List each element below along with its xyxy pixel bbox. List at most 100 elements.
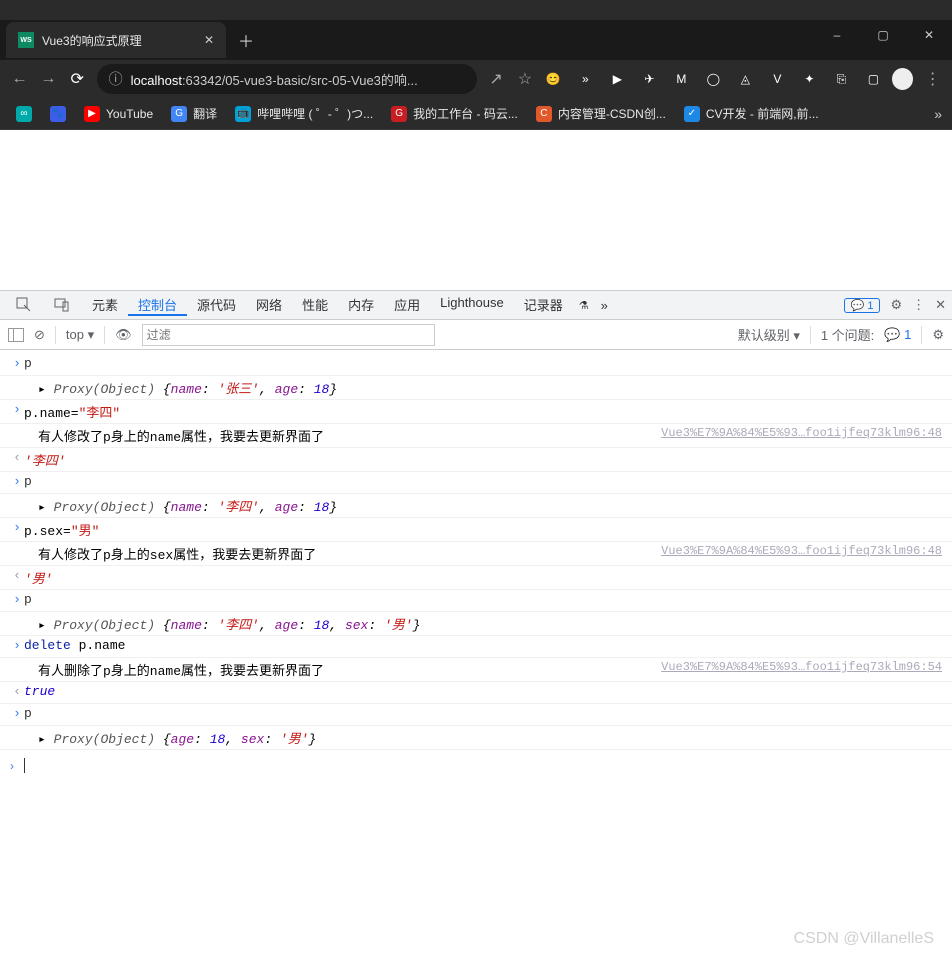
new-tab-button[interactable]: ＋ bbox=[238, 28, 254, 52]
devtools-tab[interactable]: 应用 bbox=[384, 295, 430, 314]
extension-icon[interactable]: ◯ bbox=[704, 70, 722, 88]
log-level-selector[interactable]: 默认级别 ▾ bbox=[738, 325, 800, 344]
bookmark-favicon: G bbox=[391, 106, 407, 122]
url-text: localhost:63342/05-vue3-basic/src-05-Vue… bbox=[131, 70, 418, 89]
bookmark-label: CV开发 - 前端网,前... bbox=[706, 105, 819, 122]
bookmark-bar: ∞ 🐾 ▶YouTube G 翻译 📺 哔哩哔哩 ( ゜- ゜)つ... G 我的工作台 - 码… bbox=[0, 98, 952, 130]
bookmark-item[interactable]: C 内容管理-CSDN创... bbox=[530, 105, 672, 122]
extension-icon[interactable]: » bbox=[576, 70, 594, 88]
browser-title-bar: WS Vue3的响应式原理 ✕ ＋ – ▢ ✕ bbox=[0, 20, 952, 60]
console-toolbar: ⊘ top ▾ 👁 默认级别 ▾ 1 个问题: 💬 1 ⚙ bbox=[0, 320, 952, 350]
bookmark-favicon: 🐾 bbox=[50, 106, 66, 122]
bookmark-favicon: G bbox=[171, 106, 187, 122]
console-row: ▸ Proxy(Object) {name: '李四', age: 18} bbox=[0, 494, 952, 518]
console-row: ›p.sex="男" bbox=[0, 518, 952, 542]
extension-icon[interactable]: ✈ bbox=[640, 70, 658, 88]
bookmark-item[interactable]: G 我的工作台 - 码云... bbox=[385, 105, 524, 122]
issue-count-badge[interactable]: 💬 1 bbox=[844, 298, 881, 313]
console-row: ▸ Proxy(Object) {name: '李四', age: 18, se… bbox=[0, 612, 952, 636]
webstorm-icon: WS bbox=[18, 32, 34, 48]
bookmark-item[interactable]: 🐾 bbox=[44, 105, 72, 122]
window-maximize-button[interactable]: ▢ bbox=[860, 20, 906, 50]
console-row: ›delete p.name bbox=[0, 636, 952, 658]
console-row: 有人修改了p身上的name属性，我要去更新界面了Vue3%E7%9A%84%E5… bbox=[0, 424, 952, 448]
window-minimize-button[interactable]: – bbox=[814, 20, 860, 50]
bookmark-label: 翻译 bbox=[193, 105, 217, 122]
reload-button[interactable]: ⟳ bbox=[68, 69, 87, 89]
bookmark-item[interactable]: 📺 哔哩哔哩 ( ゜- ゜)つ... bbox=[229, 105, 379, 122]
devtools-tab[interactable]: 记录器 bbox=[514, 295, 573, 314]
devtools-close-icon[interactable]: ✕ bbox=[935, 297, 946, 313]
console-row: ›p bbox=[0, 472, 952, 494]
console-row: ‹'男' bbox=[0, 566, 952, 590]
console-row: ▸ Proxy(Object) {name: '张三', age: 18} bbox=[0, 376, 952, 400]
devtools-tab[interactable]: 性能 bbox=[292, 295, 338, 314]
extension-icon[interactable]: ▶ bbox=[608, 70, 626, 88]
bookmark-overflow-button[interactable]: » bbox=[934, 106, 942, 122]
prompt-chevron-icon: › bbox=[10, 759, 24, 773]
extension-icon[interactable]: ⎘ bbox=[832, 70, 850, 88]
site-info-icon[interactable]: ⓘ bbox=[109, 69, 123, 89]
extension-icon[interactable]: ◬ bbox=[736, 70, 754, 88]
tab-close-icon[interactable]: ✕ bbox=[204, 33, 214, 47]
devtools-tab[interactable]: 网络 bbox=[246, 295, 292, 314]
bookmark-favicon: ▶ bbox=[84, 106, 100, 122]
devtools-tab[interactable]: 控制台 bbox=[128, 295, 187, 316]
page-content bbox=[0, 130, 952, 290]
url-input[interactable]: ⓘ localhost:63342/05-vue3-basic/src-05-V… bbox=[97, 64, 477, 94]
tab-title: Vue3的响应式原理 bbox=[42, 32, 196, 49]
back-button[interactable]: ← bbox=[10, 70, 29, 88]
devtools-settings-icon[interactable]: ⚙ bbox=[890, 297, 902, 313]
devtools-tab[interactable]: 内存 bbox=[338, 295, 384, 314]
bookmark-item[interactable]: ✓CV开发 - 前端网,前... bbox=[678, 105, 825, 122]
console-row: 有人删除了p身上的name属性，我要去更新界面了Vue3%E7%9A%84%E5… bbox=[0, 658, 952, 682]
console-sidebar-icon[interactable] bbox=[8, 328, 24, 342]
source-link[interactable]: Vue3%E7%9A%84%E5%93…foo1ijfeq73klm96:48 bbox=[661, 544, 942, 558]
devtools-menu-icon[interactable]: ⋮ bbox=[912, 297, 925, 313]
console-row: ▸ Proxy(Object) {age: 18, sex: '男'} bbox=[0, 726, 952, 750]
input-cursor bbox=[24, 758, 25, 773]
bookmark-item[interactable]: G 翻译 bbox=[165, 105, 223, 122]
console-output: ›p▸ Proxy(Object) {name: '张三', age: 18}›… bbox=[0, 350, 952, 754]
extension-icon[interactable]: M bbox=[672, 70, 690, 88]
profile-avatar[interactable] bbox=[892, 68, 913, 90]
source-link[interactable]: Vue3%E7%9A%84%E5%93…foo1ijfeq73klm96:54 bbox=[661, 660, 942, 674]
device-toggle-icon[interactable] bbox=[44, 291, 80, 319]
console-row: ‹true bbox=[0, 682, 952, 704]
bookmark-star-icon[interactable]: ☆ bbox=[516, 69, 535, 89]
share-icon[interactable]: ↗ bbox=[487, 69, 506, 89]
console-row: ›p bbox=[0, 354, 952, 376]
console-settings-icon[interactable]: ⚙ bbox=[932, 327, 944, 343]
forward-button[interactable]: → bbox=[39, 70, 58, 88]
window-close-button[interactable]: ✕ bbox=[906, 20, 952, 50]
watermark: CSDN @VillanelleS bbox=[794, 930, 934, 948]
bookmark-item[interactable]: ▶YouTube bbox=[78, 105, 159, 122]
browser-tab[interactable]: WS Vue3的响应式原理 ✕ bbox=[6, 22, 226, 58]
extension-icon[interactable]: ▢ bbox=[864, 70, 882, 88]
browser-menu-button[interactable]: ⋮ bbox=[923, 69, 942, 89]
extension-icon[interactable]: 😊 bbox=[544, 70, 562, 88]
inspect-element-icon[interactable] bbox=[6, 291, 42, 319]
console-filter-input[interactable] bbox=[142, 324, 435, 346]
bookmark-label: 哔哩哔哩 ( ゜- ゜)つ... bbox=[257, 105, 373, 122]
source-link[interactable]: Vue3%E7%9A%84%E5%93…foo1ijfeq73klm96:48 bbox=[661, 426, 942, 440]
issues-link[interactable]: 💬 1 bbox=[884, 327, 911, 343]
devtools-tab[interactable]: 元素 bbox=[82, 295, 128, 314]
bookmark-item[interactable]: ∞ bbox=[10, 105, 38, 122]
clear-console-icon[interactable]: ⊘ bbox=[34, 327, 45, 343]
extension-icon[interactable]: ✦ bbox=[800, 70, 818, 88]
bookmark-label: 我的工作台 - 码云... bbox=[413, 105, 518, 122]
devtools-tab-bar: 元素控制台源代码网络性能内存应用Lighthouse记录器 ⚗ » 💬 1 ⚙ … bbox=[0, 290, 952, 320]
context-selector[interactable]: top ▾ bbox=[66, 327, 94, 343]
bookmark-label: 内容管理-CSDN创... bbox=[558, 105, 666, 122]
bookmark-favicon: C bbox=[536, 106, 552, 122]
extension-icon[interactable]: V bbox=[768, 70, 786, 88]
address-bar: ← → ⟳ ⓘ localhost:63342/05-vue3-basic/sr… bbox=[0, 60, 952, 98]
devtools-more-tabs[interactable]: » bbox=[591, 291, 618, 319]
console-row: ›p bbox=[0, 704, 952, 726]
devtools-tab[interactable]: 源代码 bbox=[187, 295, 246, 314]
live-expression-icon[interactable]: 👁 bbox=[115, 327, 132, 343]
devtools-tab[interactable]: Lighthouse bbox=[430, 295, 514, 310]
bookmark-favicon: 📺 bbox=[235, 106, 251, 122]
console-prompt[interactable]: › bbox=[0, 754, 952, 777]
